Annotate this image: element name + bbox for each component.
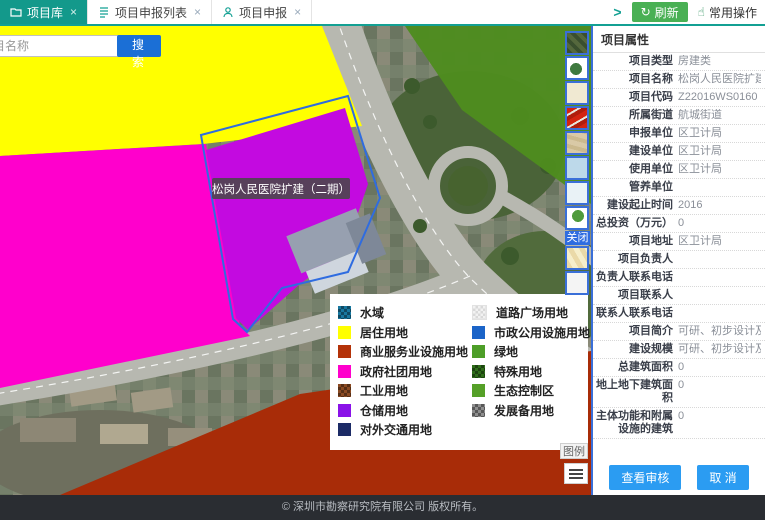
common-actions-label: 常用操作 xyxy=(709,4,757,21)
search-button[interactable]: 搜 索 xyxy=(117,35,161,57)
legend-item: 工业用地 xyxy=(338,381,468,401)
list-icon xyxy=(98,6,110,18)
legend-swatch xyxy=(472,404,485,417)
panel-buttons: 查看审核 取 消 xyxy=(593,461,765,490)
legend-swatch xyxy=(338,404,351,417)
project-label: 松岗人民医院扩建（二期） xyxy=(212,182,350,196)
legend-swatch xyxy=(472,326,485,339)
search-input[interactable] xyxy=(0,35,120,57)
property-row: 建设单位区卫计局 xyxy=(593,143,765,161)
property-row: 项目联系人 xyxy=(593,287,765,305)
legend-swatch xyxy=(472,384,485,397)
basemap-thumbnail-road[interactable] xyxy=(565,246,589,270)
legend-swatch xyxy=(338,306,351,319)
legend-swatch xyxy=(338,345,351,358)
refresh-label: 刷新 xyxy=(655,4,679,21)
legend-item: 水域 xyxy=(338,303,468,323)
legend-swatch xyxy=(472,345,485,358)
basemap-thumbnail-base[interactable] xyxy=(565,81,589,105)
close-tab-icon[interactable]: × xyxy=(70,5,77,19)
map-legend: 水域 居住用地 商业服务业设施用地 政府社团用地 工业用地 仓储用地 对外交通用… xyxy=(330,294,588,450)
property-row: 管养单位 xyxy=(593,179,765,197)
property-row: 建设规模可研、初步设计及概算 xyxy=(593,341,765,359)
tab-project-application[interactable]: 项目申报 × xyxy=(212,0,312,24)
legend-column-left: 水域 居住用地 商业服务业设施用地 政府社团用地 工业用地 仓储用地 对外交通用… xyxy=(338,303,468,441)
close-tab-icon[interactable]: × xyxy=(194,5,201,19)
cancel-button[interactable]: 取 消 xyxy=(697,465,748,490)
legend-column-right: 道路广场用地 市政公用设施用地 绿地 特殊用地 生态控制区 发展备用地 xyxy=(472,303,588,441)
basemap-thumbnail-plain[interactable] xyxy=(565,271,589,295)
basemap-thumbnail-light[interactable] xyxy=(565,181,589,205)
expand-panel-button[interactable]: > xyxy=(605,0,629,24)
person-icon xyxy=(222,6,234,18)
legend-item: 对外交通用地 xyxy=(338,420,468,440)
hand-pointer-icon: ☝ xyxy=(698,5,705,19)
basemap-thumbnail-district[interactable] xyxy=(565,56,589,80)
legend-item: 政府社团用地 xyxy=(338,362,468,382)
copyright-bar: © 深圳市勘察研究院有限公司 版权所有。 xyxy=(0,495,765,520)
refresh-icon: ↻ xyxy=(641,5,651,19)
basemap-thumbnail-green[interactable] xyxy=(565,206,589,230)
tabbar-spacer xyxy=(312,0,605,24)
tab-label: 项目申报 xyxy=(239,4,287,21)
property-row: 使用单位区卫计局 xyxy=(593,161,765,179)
property-row: 主体功能和附属设施的建筑0 xyxy=(593,408,765,439)
property-row: 联系人联系电话 xyxy=(593,305,765,323)
legend-item: 绿地 xyxy=(472,342,588,362)
legend-swatch xyxy=(338,365,351,378)
legend-swatch xyxy=(338,423,351,436)
property-row: 项目名称松岗人民医院扩建（二期） xyxy=(593,71,765,89)
legend-item: 市政公用设施用地 xyxy=(472,323,588,343)
legend-item: 道路广场用地 xyxy=(472,303,588,323)
tab-project-application-list[interactable]: 项目申报列表 × xyxy=(88,0,212,24)
common-actions-button[interactable]: ☝ 常用操作 xyxy=(690,2,765,22)
property-row: 项目负责人 xyxy=(593,251,765,269)
tab-label: 项目库 xyxy=(27,4,63,21)
basemap-thumbnail-planning[interactable] xyxy=(565,106,589,130)
property-row: 项目简介可研、初步设计及概算 xyxy=(593,323,765,341)
tab-project-library[interactable]: 项目库 × xyxy=(0,0,88,24)
legend-toggle-button[interactable]: 图例 xyxy=(560,443,588,459)
view-review-button[interactable]: 查看审核 xyxy=(609,465,681,490)
property-row: 项目代码Z22016WS0160 xyxy=(593,89,765,107)
property-row: 总建筑面积0 xyxy=(593,359,765,377)
refresh-button[interactable]: ↻ 刷新 xyxy=(632,2,688,22)
property-row: 申报单位区卫计局 xyxy=(593,125,765,143)
legend-item: 仓储用地 xyxy=(338,401,468,421)
property-row: 所属街道航城街道 xyxy=(593,107,765,125)
legend-item: 生态控制区 xyxy=(472,381,588,401)
basemap-thumbnail-satellite[interactable] xyxy=(565,31,589,55)
property-row: 项目地址区卫计局 xyxy=(593,233,765,251)
property-row: 总投资（万元）0 xyxy=(593,215,765,233)
property-row: 项目类型房建类 xyxy=(593,53,765,71)
basemap-switcher: 关闭 xyxy=(565,31,590,295)
legend-item: 发展备用地 xyxy=(472,401,588,421)
property-row: 负责人联系电话 xyxy=(593,269,765,287)
property-row: 建设起止时间2016 xyxy=(593,197,765,215)
hamburger-menu-button[interactable] xyxy=(564,463,588,484)
property-row: 地上地下建筑面积0 xyxy=(593,377,765,408)
legend-item: 居住用地 xyxy=(338,323,468,343)
legend-item: 商业服务业设施用地 xyxy=(338,342,468,362)
close-tab-icon[interactable]: × xyxy=(294,5,301,19)
legend-swatch xyxy=(338,326,351,339)
basemap-thumbnail-blue[interactable] xyxy=(565,156,589,180)
tab-bar: 项目库 × 项目申报列表 × 项目申报 × > ↻ 刷新 ☝ 常用操作 xyxy=(0,0,765,26)
close-layers-button[interactable]: 关闭 xyxy=(565,231,590,245)
map-canvas[interactable]: 松岗人民医院扩建（二期） 搜 索 关闭 水域 居住用地 商业服务业设施用地 xyxy=(0,26,591,495)
project-properties-panel: 项目属性 项目类型房建类 项目名称松岗人民医院扩建（二期） 项目代码Z22016… xyxy=(591,26,765,495)
legend-swatch xyxy=(472,365,485,378)
folder-icon xyxy=(10,6,22,18)
legend-swatch xyxy=(338,384,351,397)
basemap-thumbnail-terrain[interactable] xyxy=(565,131,589,155)
panel-title: 项目属性 xyxy=(593,26,765,53)
tab-label: 项目申报列表 xyxy=(115,4,187,21)
legend-item: 特殊用地 xyxy=(472,362,588,382)
legend-swatch xyxy=(472,305,487,320)
